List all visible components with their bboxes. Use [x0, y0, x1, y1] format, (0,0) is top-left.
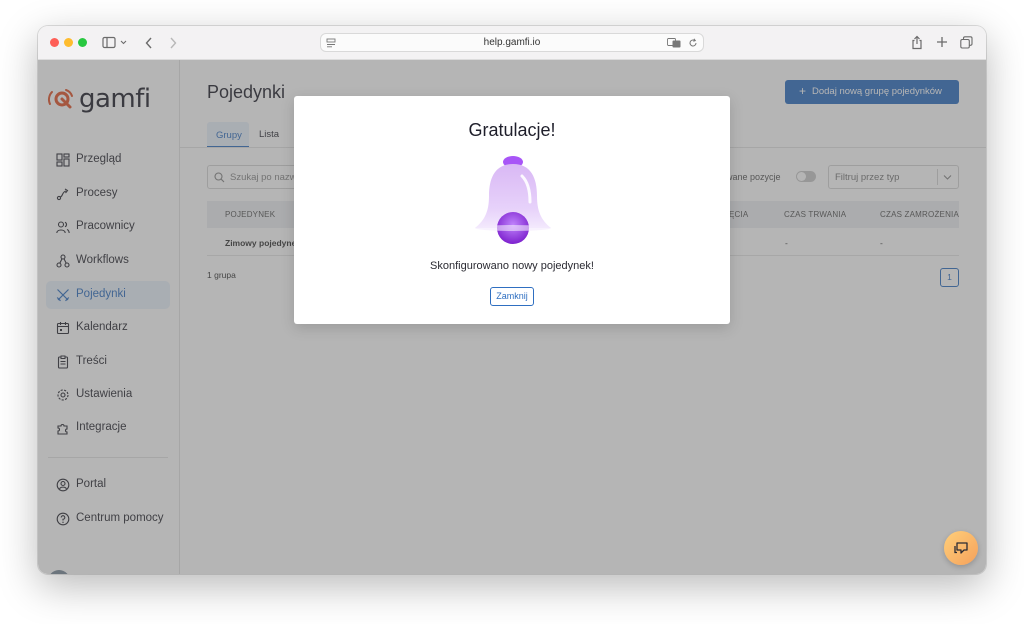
- address-bar[interactable]: help.gamfi.io: [320, 33, 704, 52]
- modal-title: Gratulacje!: [468, 120, 556, 140]
- modal-message: Skonfigurowano nowy pojedynek!: [430, 260, 594, 272]
- url-text: help.gamfi.io: [483, 37, 541, 48]
- chat-support-button[interactable]: [944, 531, 978, 565]
- forward-icon[interactable]: [168, 36, 178, 50]
- new-tab-icon[interactable]: [936, 36, 948, 48]
- reload-icon[interactable]: [688, 38, 698, 48]
- translate-icon[interactable]: [667, 38, 681, 48]
- close-modal-button[interactable]: Zamknij: [490, 287, 534, 306]
- success-modal: Gratulacje! Skonfigurowano nowy pojedyne…: [294, 96, 730, 324]
- minimize-window-button[interactable]: [64, 38, 73, 47]
- app-content: gamfi Przegląd Procesy Pracownicy Workfl…: [38, 60, 986, 574]
- sidebar-toggle-icon[interactable]: [102, 36, 128, 50]
- back-icon[interactable]: [144, 36, 154, 50]
- zoom-window-button[interactable]: [78, 38, 87, 47]
- browser-window: help.gamfi.io gamfi Przegląd Procesy Pra…: [38, 26, 986, 574]
- browser-toolbar: help.gamfi.io: [38, 26, 986, 60]
- bell-icon: [475, 156, 551, 244]
- close-window-button[interactable]: [50, 38, 59, 47]
- tabs-overview-icon[interactable]: [960, 36, 973, 49]
- chat-icon: [954, 542, 968, 554]
- share-icon[interactable]: [911, 35, 923, 50]
